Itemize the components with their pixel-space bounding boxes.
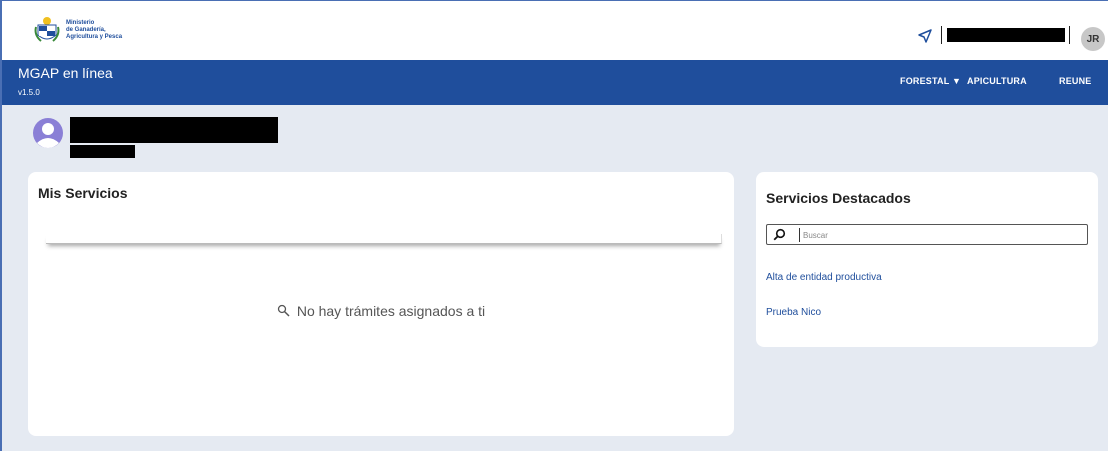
servicios-destacados-card: Servicios Destacados Alta de entidad pro… <box>756 172 1098 347</box>
ministry-logo[interactable]: Ministerio de Ganadería, Agricultura y P… <box>32 15 122 45</box>
nav-item-reune[interactable]: REUNE <box>1059 76 1092 86</box>
top-header: Ministerio de Ganadería, Agricultura y P… <box>2 1 1108 60</box>
logo-line-3: Agricultura y Pesca <box>66 33 123 40</box>
search-input[interactable] <box>799 228 1079 242</box>
link-prueba-nico[interactable]: Prueba Nico <box>766 307 821 318</box>
mis-servicios-title: Mis Servicios <box>38 185 128 201</box>
app-title[interactable]: MGAP en línea <box>18 65 113 81</box>
empty-message: No hay trámites asignados a ti <box>296 303 486 319</box>
send-icon[interactable] <box>917 28 933 44</box>
user-avatar[interactable]: JR <box>1081 27 1105 51</box>
nav-bar: MGAP en línea v1.5.0 FORESTAL ▼ APICULTU… <box>2 60 1108 105</box>
coat-of-arms-icon <box>32 15 62 45</box>
servicios-destacados-title: Servicios Destacados <box>766 190 911 206</box>
magnifier-icon <box>277 304 290 317</box>
ministry-name: Ministerio de Ganadería, Agricultura y P… <box>66 20 122 41</box>
search-box <box>766 224 1088 245</box>
section-divider <box>46 234 722 244</box>
header-divider <box>1069 26 1070 44</box>
main-content: Mis Servicios No hay trámites asignados … <box>2 105 1108 451</box>
app-version: v1.5.0 <box>18 88 40 97</box>
logo-line-1: Ministerio <box>66 19 95 26</box>
search-icon <box>773 228 786 241</box>
logo-line-2: de Ganadería, <box>66 26 106 33</box>
empty-state: No hay trámites asignados a ti <box>28 303 734 319</box>
nav-item-apicultura[interactable]: APICULTURA <box>967 76 1027 86</box>
mis-servicios-card: Mis Servicios No hay trámites asignados … <box>28 172 734 436</box>
header-divider <box>941 26 942 44</box>
link-alta-entidad-productiva[interactable]: Alta de entidad productiva <box>766 272 882 283</box>
profile-avatar-icon <box>32 117 64 149</box>
redacted-profile-name <box>70 117 278 143</box>
nav-item-forestal[interactable]: FORESTAL ▼ <box>900 76 961 86</box>
redacted-profile-subtitle <box>70 145 135 158</box>
redacted-username <box>947 28 1065 42</box>
